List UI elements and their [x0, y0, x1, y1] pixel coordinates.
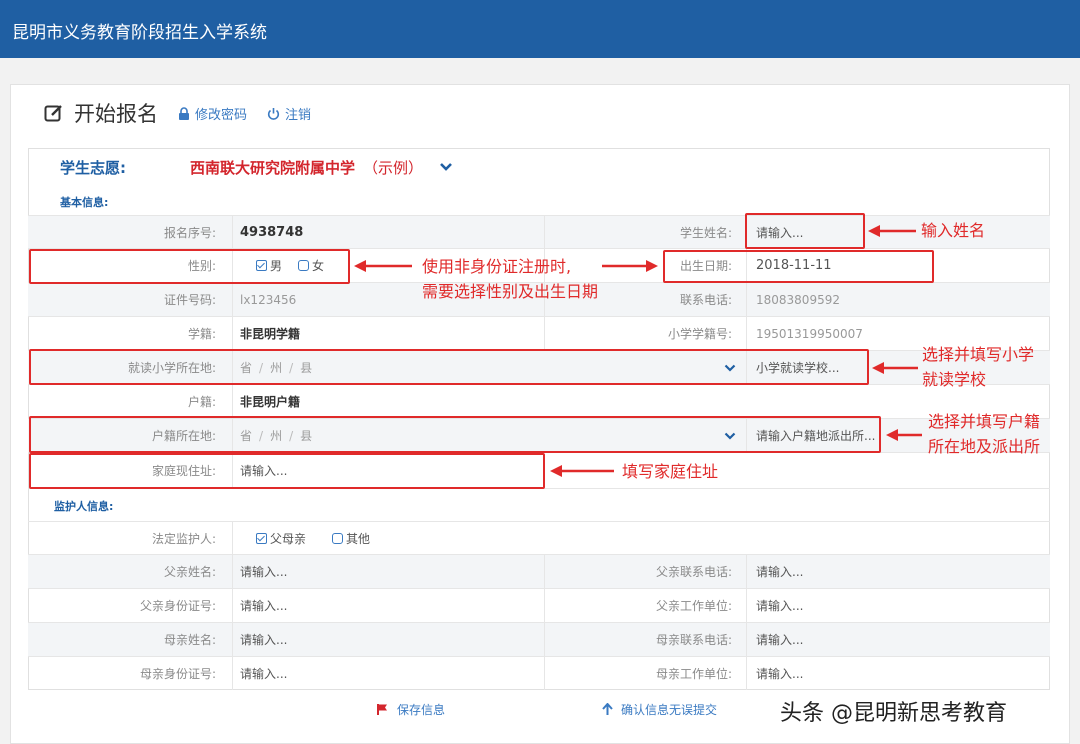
mother-name-label: 母亲姓名: — [163, 633, 216, 647]
school-status-value: 非昆明学籍 — [240, 327, 301, 341]
primary-number-label: 小学学籍号: — [667, 327, 732, 341]
submit-label: 确认信息无误提交 — [621, 703, 718, 717]
mother-phone-label: 母亲联系电话: — [655, 633, 732, 647]
annotation-hukou-1: 选择并填写户籍 — [928, 412, 1041, 431]
logout-label: 注销 — [285, 107, 312, 123]
logout-link[interactable]: 注销 — [267, 104, 311, 123]
row-legal-guardian: 法定监护人: 父母亲 其他 — [28, 521, 1050, 555]
annotation-gender-birth-2: 需要选择性别及出生日期 — [422, 282, 599, 301]
father-phone-input[interactable]: 请输入... — [748, 555, 803, 588]
top-bar: 昆明市义务教育阶段招生入学系统 — [0, 0, 1080, 58]
guardian-other-checkbox[interactable]: 其他 — [332, 530, 370, 547]
school-preference: 学生志愿: 西南联大研究院附属中学 （示例） — [60, 157, 453, 177]
arrow-left-icon — [872, 362, 918, 374]
row-father-id: 父亲身份证号: 请输入... 父亲工作单位: 请输入... — [28, 589, 1050, 623]
highlight-address — [29, 453, 545, 489]
hukou-label: 户籍: — [187, 395, 216, 409]
row-father-name: 父亲姓名: 请输入... 父亲联系电话: 请输入... — [28, 555, 1050, 589]
arrow-left-icon — [354, 260, 412, 272]
section-guardian-info: 监护人信息: — [54, 500, 114, 513]
flag-icon — [377, 704, 387, 715]
highlight-birth — [663, 250, 934, 283]
app-title: 昆明市义务教育阶段招生入学系统 — [12, 23, 267, 43]
row-mother-id: 母亲身份证号: 请输入... 母亲工作单位: 请输入... — [28, 657, 1050, 690]
preference-value[interactable]: 西南联大研究院附属中学 — [190, 157, 355, 178]
arrow-up-icon — [602, 703, 613, 715]
highlight-primary-location — [29, 349, 869, 385]
mother-work-label: 母亲工作单位: — [655, 667, 732, 681]
edit-icon — [44, 105, 62, 122]
mother-id-label: 母亲身份证号: — [139, 667, 216, 681]
legal-guardian-label: 法定监护人: — [151, 531, 216, 546]
primary-number-value: 19501319950007 — [756, 326, 863, 341]
school-status-label: 学籍: — [187, 327, 216, 341]
id-value: lx123456 — [240, 292, 297, 307]
arrow-left-icon — [886, 429, 922, 441]
father-id-label: 父亲身份证号: — [139, 599, 216, 613]
annotation-address: 填写家庭住址 — [622, 462, 719, 481]
mother-id-input[interactable]: 请输入... — [232, 657, 287, 690]
guardian-parents-checkbox[interactable]: 父母亲 — [256, 530, 306, 547]
annotation-school-2: 就读学校 — [922, 370, 987, 389]
mother-work-input[interactable]: 请输入... — [748, 657, 803, 690]
arrow-left-icon — [868, 225, 916, 237]
guardian-options: 父母亲 其他 — [232, 522, 386, 554]
guardian-other-label: 其他 — [346, 531, 371, 546]
chevron-down-icon[interactable] — [439, 162, 453, 172]
row-mother-name: 母亲姓名: 请输入... 母亲联系电话: 请输入... — [28, 623, 1050, 657]
annotation-school-1: 选择并填写小学 — [922, 345, 1035, 364]
page-title: 开始报名 — [74, 102, 158, 126]
annotation-name: 输入姓名 — [921, 221, 986, 240]
checkbox-empty-icon — [332, 532, 344, 544]
preference-note: （示例） — [363, 158, 424, 177]
student-name-label: 学生姓名: — [679, 225, 732, 240]
father-id-input[interactable]: 请输入... — [232, 589, 287, 622]
highlight-hukou-location — [29, 416, 881, 453]
preference-label: 学生志愿: — [60, 158, 126, 177]
annotation-gender-birth-1: 使用非身份证注册时, — [422, 257, 572, 276]
change-password-link[interactable]: 修改密码 — [178, 104, 247, 123]
father-name-label: 父亲姓名: — [163, 565, 216, 579]
submit-button[interactable]: 确认信息无误提交 — [602, 701, 717, 718]
father-phone-label: 父亲联系电话: — [655, 565, 732, 579]
save-button[interactable]: 保存信息 — [376, 701, 445, 718]
highlight-name — [745, 213, 865, 249]
id-label: 证件号码: — [163, 293, 216, 307]
highlight-gender — [29, 249, 350, 284]
page-header: 开始报名 修改密码 注销 — [44, 98, 311, 128]
lock-icon — [179, 106, 189, 120]
serial-value: 4938748 — [240, 224, 304, 240]
father-work-input[interactable]: 请输入... — [748, 589, 803, 622]
change-password-label: 修改密码 — [195, 107, 248, 123]
annotation-hukou-2: 所在地及派出所 — [928, 437, 1041, 456]
hukou-value: 非昆明户籍 — [240, 395, 301, 409]
save-label: 保存信息 — [397, 703, 446, 717]
mother-phone-input[interactable]: 请输入... — [748, 623, 803, 656]
section-basic-info: 基本信息: — [60, 196, 109, 209]
row-school-status: 学籍: 非昆明学籍 小学学籍号: 19501319950007 — [28, 317, 1050, 351]
arrow-right-icon — [602, 260, 658, 272]
father-name-input[interactable]: 请输入... — [232, 555, 287, 588]
phone-value: 18083809592 — [756, 292, 840, 307]
father-work-label: 父亲工作单位: — [655, 599, 732, 613]
guardian-parents-label: 父母亲 — [270, 531, 307, 546]
arrow-left-icon — [550, 465, 614, 477]
row-hukou: 户籍: 非昆明户籍 — [28, 385, 1050, 419]
checkbox-checked-icon — [256, 532, 267, 544]
power-icon — [267, 107, 280, 120]
mother-name-input[interactable]: 请输入... — [232, 623, 287, 656]
serial-label: 报名序号: — [163, 225, 216, 240]
watermark: 头条 @昆明新思考教育 — [780, 701, 1007, 726]
